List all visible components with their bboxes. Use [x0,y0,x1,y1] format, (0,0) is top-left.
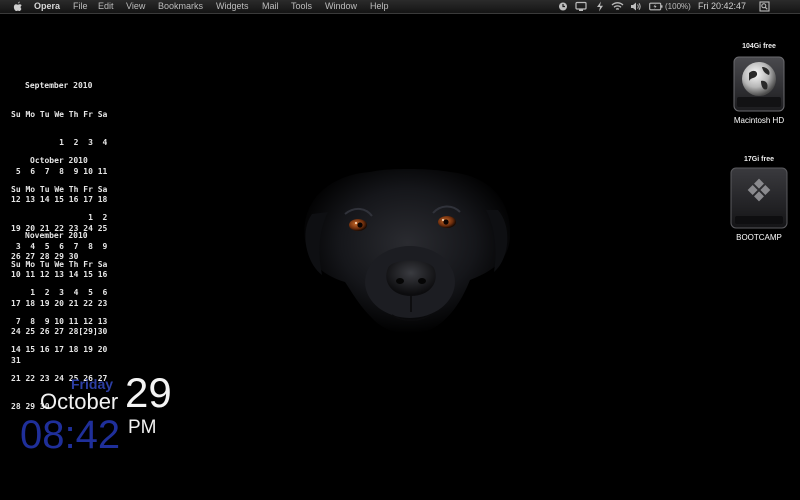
calendar-title: November 2010 [25,231,88,240]
menu-app-opera[interactable]: Opera [34,1,60,12]
menu-mail[interactable]: Mail [262,1,279,12]
calendar-weekdays: Su Mo Tu We Th Fr Sa [11,109,108,119]
widget-time: 08:42 [20,413,121,457]
wifi-icon[interactable] [611,1,624,12]
display-icon[interactable] [575,1,587,12]
calendar-title: September 2010 [25,81,93,90]
menu-view[interactable]: View [126,1,145,12]
bolt-icon[interactable] [596,1,604,12]
widget-month: October [40,389,119,414]
drive-macintosh-hd[interactable]: 104Gi free Macintosh HD [724,43,794,125]
menu-bookmarks[interactable]: Bookmarks [158,1,203,12]
drive-bootcamp[interactable]: 17Gi free BOOTCAMP [724,156,794,242]
calendar-weekdays: Su Mo Tu We Th Fr Sa [11,259,108,269]
menu-file[interactable]: File [73,1,88,12]
menu-tools[interactable]: Tools [291,1,312,12]
menu-help[interactable]: Help [370,1,389,12]
drive-name: BOOTCAMP [736,233,782,242]
calendar-title: October 2010 [30,156,88,165]
nose [386,260,436,296]
calendar-week: 14 15 16 17 18 19 20 [11,345,108,354]
menu-window[interactable]: Window [325,1,357,12]
calendar-week: 1 2 3 4 5 6 [11,288,108,297]
widget-date: 29 [125,369,172,416]
calendar-week: 7 8 9 10 11 12 13 [11,316,108,326]
battery-icon[interactable] [649,1,663,12]
calendar-weekdays: Su Mo Tu We Th Fr Sa [11,184,108,194]
spotlight-icon[interactable] [759,1,770,12]
hard-drive-icon [730,167,788,229]
volume-icon[interactable] [630,1,642,12]
drive-free-space: 17Gi free [744,156,774,163]
menu-bar: Opera File Edit View Bookmarks Widgets M… [0,0,800,14]
clock-icon[interactable] [558,1,568,12]
apple-menu-icon[interactable] [13,1,23,12]
widget-ampm: PM [128,417,157,438]
menubar-clock[interactable]: Fri 20:42:47 [698,1,746,12]
battery-percentage: (100%) [665,2,691,11]
menu-edit[interactable]: Edit [98,1,114,12]
drive-name: Macintosh HD [733,116,785,125]
menu-widgets[interactable]: Widgets [216,1,249,12]
drive-free-space: 104Gi free [742,43,776,50]
hard-drive-icon [733,56,785,112]
